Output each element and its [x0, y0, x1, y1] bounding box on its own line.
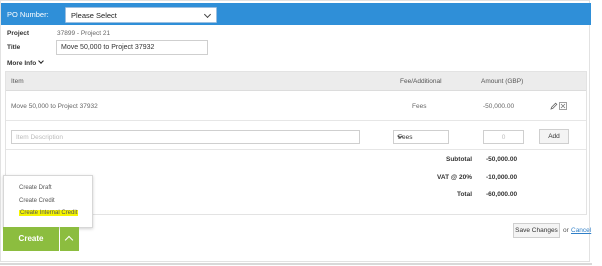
chevron-down-icon: [38, 58, 45, 64]
add-item-button[interactable]: Add: [539, 129, 569, 144]
vat-value: -10,000.00: [486, 174, 518, 181]
menu-item-create-credit[interactable]: Create Credit: [19, 198, 55, 204]
save-changes-button[interactable]: Save Changes: [513, 223, 560, 238]
create-button[interactable]: Create: [3, 227, 59, 251]
item-description-placeholder: Item Description: [16, 134, 63, 141]
create-options-toggle[interactable]: [60, 227, 79, 251]
invoice-panel: PO Number: Please Select Project 37899 -…: [0, 0, 591, 262]
title-input[interactable]: Move 50,000 to Project 37932: [56, 40, 208, 55]
more-info-label: More Info: [7, 60, 37, 67]
amount-input[interactable]: 0: [483, 130, 524, 144]
title-input-value: Move 50,000 to Project 37932: [61, 44, 155, 51]
column-header-fee: Fee/Additional: [400, 78, 442, 85]
column-header-item: Item: [11, 78, 24, 85]
row-amount: -50,000.00: [483, 103, 515, 110]
chevron-up-icon: [64, 235, 74, 245]
project-value: 37899 - Project 21: [57, 30, 111, 37]
subtotal-value: -50,000.00: [486, 156, 518, 163]
vat-label: VAT @ 20%: [437, 174, 472, 181]
bottom-divider: [0, 263, 592, 265]
item-description-input[interactable]: Item Description: [11, 130, 360, 144]
row-fee-type: Fees: [412, 103, 427, 110]
create-options-menu: Create Draft Create Credit Create Intern…: [3, 175, 93, 228]
po-number-label: PO Number:: [7, 10, 49, 19]
row-divider: [6, 120, 586, 121]
subtotal-label: Subtotal: [446, 156, 472, 163]
menu-item-create-draft[interactable]: Create Draft: [19, 185, 52, 191]
row-divider: [6, 149, 586, 150]
po-number-bar: PO Number: Please Select: [1, 3, 591, 25]
or-text: or: [563, 227, 569, 234]
more-info-toggle[interactable]: More Info: [7, 58, 45, 67]
cancel-link[interactable]: Cancel: [571, 227, 591, 234]
total-label: Total: [456, 191, 472, 198]
menu-item-create-internal-credit[interactable]: Create Internal Credit: [19, 210, 79, 216]
po-number-select[interactable]: Please Select: [65, 7, 217, 23]
total-value: -60,000.00: [486, 191, 518, 198]
edit-icon[interactable]: [550, 102, 558, 110]
chevron-down-icon: [203, 10, 212, 19]
fee-type-select[interactable]: Fees: [393, 130, 449, 144]
amount-input-placeholder: 0: [501, 134, 506, 141]
title-label: Title: [7, 44, 21, 51]
table-header: Item Fee/Additional Amount (GBP): [6, 72, 586, 91]
delete-icon[interactable]: [559, 102, 567, 110]
project-label: Project: [7, 30, 30, 37]
column-header-amount: Amount (GBP): [481, 78, 524, 85]
po-number-select-value: Please Select: [71, 11, 117, 20]
row-item-description: Move 50,000 to Project 37932: [11, 103, 98, 110]
